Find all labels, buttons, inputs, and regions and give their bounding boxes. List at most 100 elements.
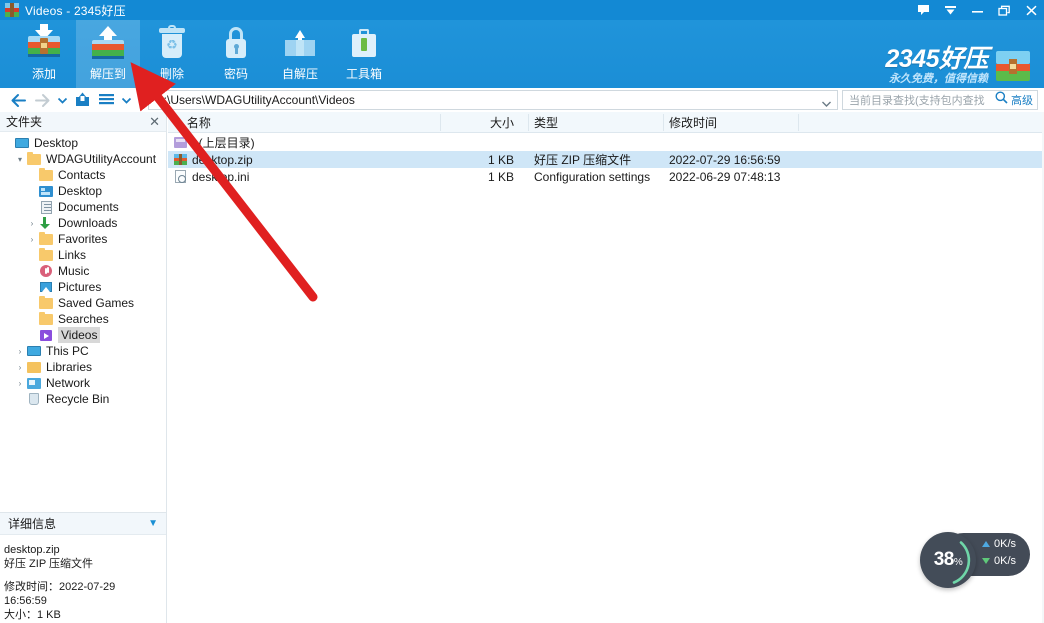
sidebar-item-favorites[interactable]: ›Favorites (0, 231, 166, 247)
file-name: ..(上层目录) (192, 134, 255, 151)
documents-icon (38, 200, 54, 214)
monitor-icon (26, 344, 42, 358)
sort-ascending-icon: ▲ (174, 117, 183, 127)
sidebar-item-pictures[interactable]: Pictures (0, 279, 166, 295)
view-list-icon[interactable] (94, 88, 118, 112)
download-rate: 0K/s (982, 555, 1028, 567)
logo-tagline: 永久免费，值得信赖 (885, 72, 988, 86)
download-icon[interactable] (944, 5, 957, 16)
sidebar-item-saved-games[interactable]: Saved Games (0, 295, 166, 311)
sidebar-item-videos[interactable]: Videos (0, 327, 166, 343)
file-list-header: ▲名称大小类型修改时间 (168, 112, 1044, 133)
sidebar-item-downloads[interactable]: ›Downloads (0, 215, 166, 231)
sidebar-item-desktop[interactable]: Desktop (0, 135, 166, 151)
folder-tree: Desktop▾WDAGUtilityAccountContactsDeskto… (0, 132, 166, 407)
column-header-modified[interactable]: 修改时间 (669, 112, 869, 132)
tree-expander-icon[interactable]: › (14, 363, 26, 372)
network-monitor-widget[interactable]: 0K/s 0K/s 38% (920, 532, 1030, 577)
column-divider[interactable] (798, 114, 799, 131)
search-icon[interactable] (995, 91, 1008, 109)
details-header[interactable]: 详细信息 ▼ (0, 513, 166, 535)
file-type (534, 134, 664, 151)
back-icon[interactable] (6, 88, 30, 112)
download-value: 0K/s (994, 555, 1016, 567)
toolbar-button-delete[interactable]: ♻ 删除 (140, 20, 204, 88)
file-row[interactable]: desktop.ini1 KBConfiguration settings202… (168, 168, 1044, 185)
sidebar-header: 文件夹 ✕ (0, 112, 166, 132)
sidebar-item-recycle-bin[interactable]: Recycle Bin (0, 391, 166, 407)
pictures-icon (38, 280, 54, 294)
sidebar-item-libraries[interactable]: ›Libraries (0, 359, 166, 375)
file-name-cell: desktop.zip (174, 151, 440, 168)
view-chevron-down-icon[interactable] (118, 88, 134, 112)
restore-icon[interactable] (998, 5, 1011, 16)
tree-expander-icon[interactable]: › (14, 379, 26, 388)
column-header-type[interactable]: 类型 (534, 112, 664, 132)
close-icon[interactable] (1025, 5, 1038, 16)
file-row[interactable]: ..(上层目录) (168, 134, 1044, 151)
folder-icon (38, 168, 54, 182)
sidebar-item-links[interactable]: Links (0, 247, 166, 263)
file-row[interactable]: desktop.zip1 KB好压 ZIP 压缩文件2022-07-29 16:… (168, 151, 1044, 168)
details-panel: 详细信息 ▼ desktop.zip 好压 ZIP 压缩文件 修改时间：2022… (0, 512, 167, 623)
column-header-name[interactable]: ▲名称 (174, 112, 446, 132)
sidebar-item-label: This PC (46, 343, 89, 359)
tree-expander-icon[interactable]: › (14, 347, 26, 356)
up-folder-icon[interactable] (70, 88, 94, 112)
libraries-icon (26, 360, 42, 374)
tree-expander-icon[interactable]: › (26, 219, 38, 228)
toolbar-label: 自解压 (282, 65, 318, 82)
sidebar-item-label: Pictures (58, 279, 101, 295)
minimize-icon[interactable] (971, 5, 984, 16)
sidebar-item-label: Saved Games (58, 295, 134, 311)
sidebar-item-label: WDAGUtilityAccount (46, 151, 156, 167)
sidebar-item-wdagutilityaccount[interactable]: ▾ WDAGUtilityAccount (0, 151, 166, 167)
ini-file-icon (174, 170, 188, 184)
logo-package-icon (996, 51, 1030, 81)
toolbar-button-password[interactable]: 密码 (204, 20, 268, 88)
column-divider[interactable] (663, 114, 664, 131)
tree-expander-icon[interactable]: ▾ (14, 155, 26, 164)
file-name: desktop.ini (192, 170, 249, 184)
file-modified (669, 134, 869, 151)
sidebar-item-music[interactable]: Music (0, 263, 166, 279)
close-sidebar-icon[interactable]: ✕ (149, 114, 160, 130)
upload-rate: 0K/s (982, 538, 1028, 550)
details-chevron-down-icon[interactable]: ▼ (148, 518, 158, 529)
feedback-icon[interactable] (917, 5, 930, 16)
download-arrow-icon (982, 558, 990, 564)
folder-icon (26, 152, 42, 166)
address-bar[interactable]: C:\Users\WDAGUtilityAccount\Videos (148, 90, 838, 110)
advanced-search-link[interactable]: 高级 (1011, 92, 1033, 108)
sidebar-item-network[interactable]: ›Network (0, 375, 166, 391)
sidebar-item-searches[interactable]: Searches (0, 311, 166, 327)
sidebar-item-documents[interactable]: Documents (0, 199, 166, 215)
logo-title: 2345好压 (885, 46, 988, 72)
toolbar-button-self-extract[interactable]: 自解压 (268, 20, 332, 88)
address-chevron-down-icon[interactable] (822, 96, 831, 110)
details-modified: 修改时间：2022-07-29 16:56:59 (4, 580, 160, 608)
sidebar-item-contacts[interactable]: Contacts (0, 167, 166, 183)
sidebar-item-label: Links (58, 247, 86, 263)
history-chevron-down-icon[interactable] (54, 88, 70, 112)
app-icon (5, 3, 19, 17)
toolbar-button-toolbox[interactable]: 工具箱 (332, 20, 396, 88)
file-modified: 2022-06-29 07:48:13 (669, 168, 869, 185)
search-box[interactable]: 当前目录查找(支持包内查找 高级 (842, 90, 1038, 110)
add-archive-icon (24, 24, 64, 62)
file-list: ▲名称大小类型修改时间 ..(上层目录)desktop.zip1 KB好压 ZI… (168, 112, 1044, 623)
videos-icon (38, 328, 54, 342)
cpu-dial[interactable]: 38% (920, 532, 976, 588)
sidebar-item-label: Documents (58, 199, 119, 215)
sidebar-item-this-pc[interactable]: › This PC (0, 343, 166, 359)
sidebar-item-label: Desktop (34, 135, 78, 151)
toolbar-button-extract-to[interactable]: 解压到 (76, 20, 140, 88)
sidebar-item-desktop[interactable]: Desktop (0, 183, 166, 199)
column-header-size[interactable]: 大小 (440, 112, 522, 132)
column-divider[interactable] (440, 114, 441, 131)
tree-expander-icon[interactable]: › (26, 235, 38, 244)
search-input[interactable]: 当前目录查找(支持包内查找 (849, 92, 992, 108)
brand-logo: 2345好压 永久免费，值得信赖 (885, 46, 1030, 86)
toolbar-button-add[interactable]: 添加 (12, 20, 76, 88)
column-divider[interactable] (528, 114, 529, 131)
